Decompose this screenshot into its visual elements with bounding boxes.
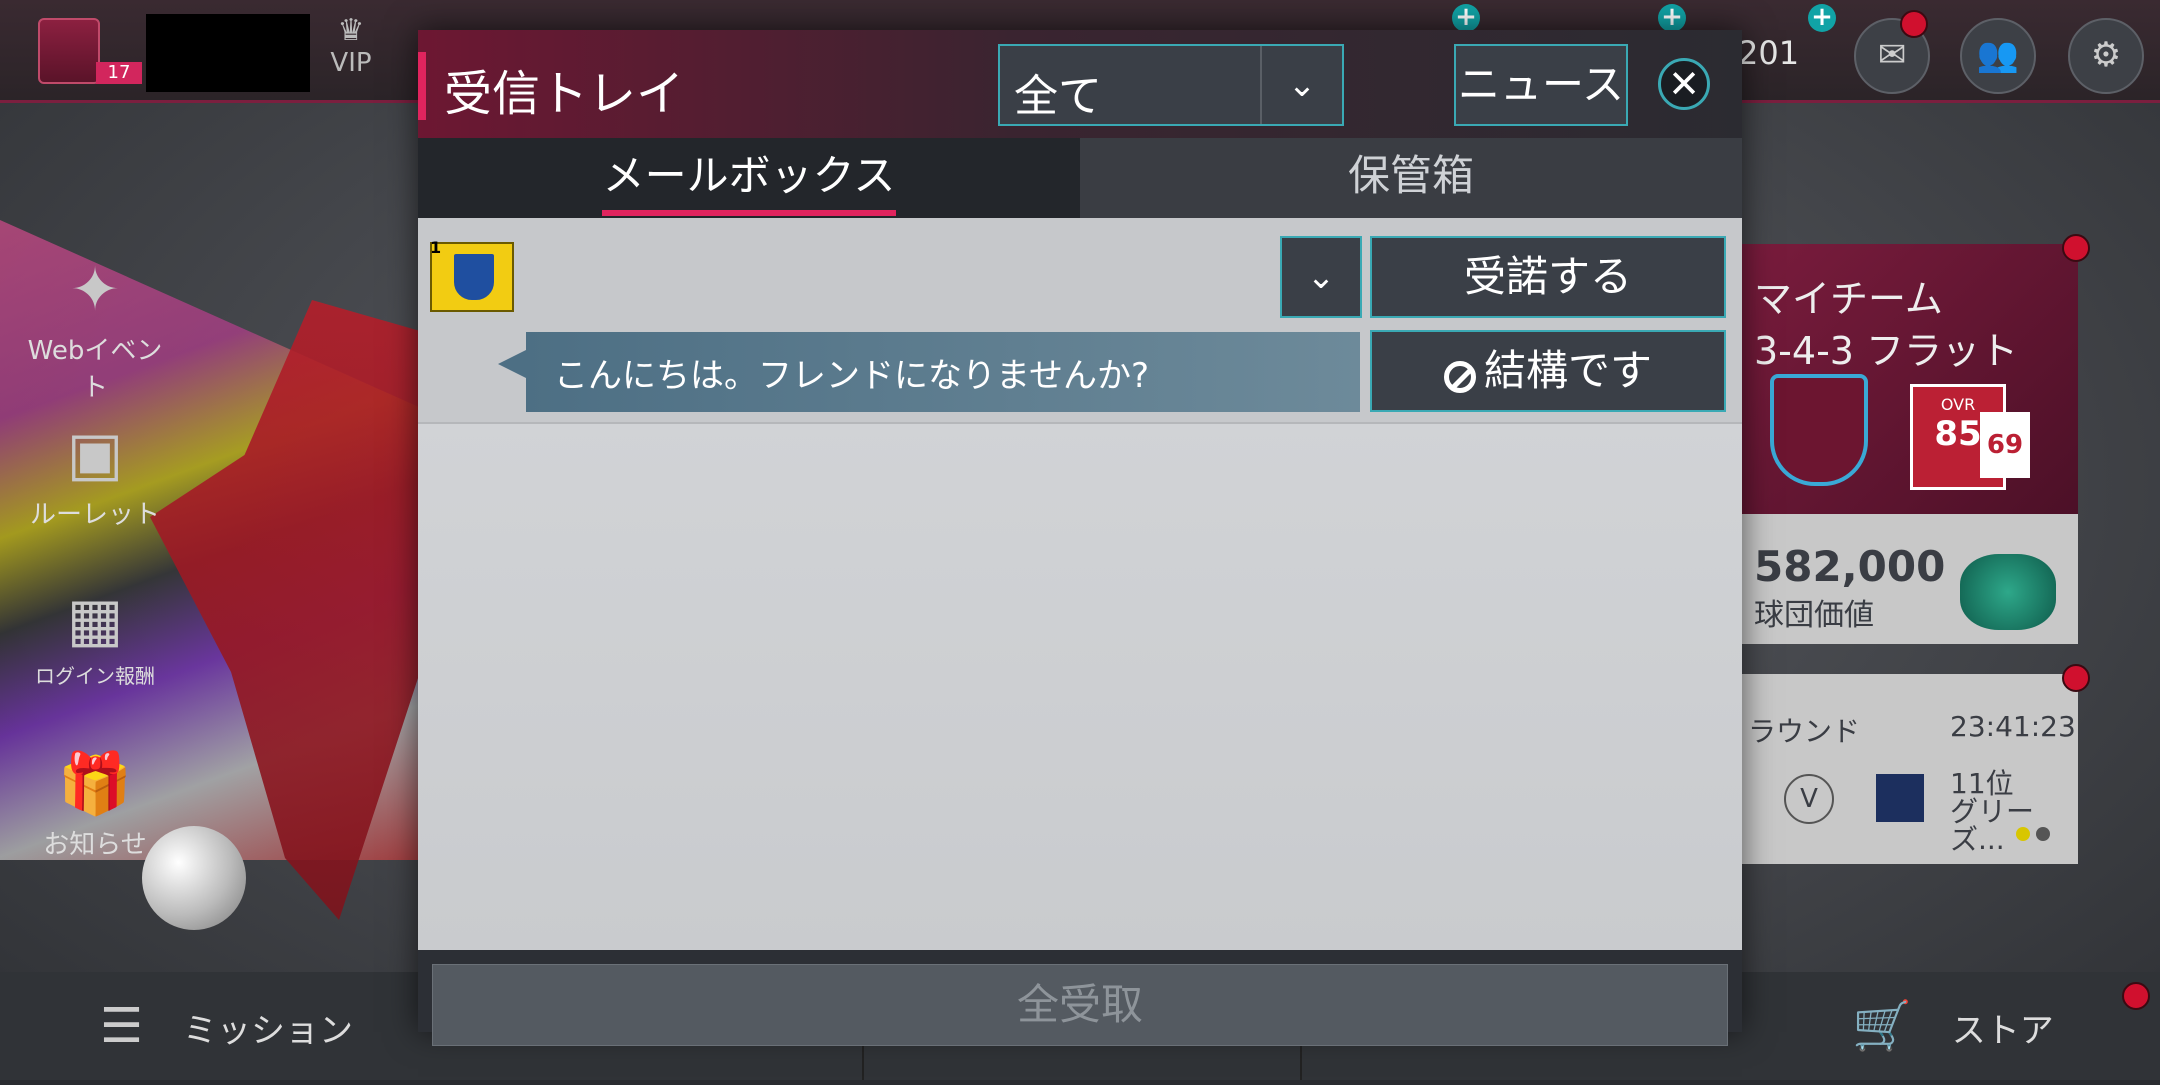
side-item-label: ログイン報酬 bbox=[35, 664, 155, 688]
side-item-roulette[interactable]: ▣ ルーレット bbox=[26, 414, 164, 531]
gift-icon: 🎁 bbox=[57, 749, 133, 819]
page-dot bbox=[2036, 827, 2050, 841]
calendar-icon: ▦ bbox=[66, 585, 124, 655]
decline-button[interactable]: 結構です bbox=[1370, 330, 1726, 412]
mission-button[interactable]: ☰ ミッション bbox=[100, 972, 353, 1080]
accept-button[interactable]: 受諾する bbox=[1370, 236, 1726, 318]
club-badge-icon[interactable] bbox=[38, 18, 100, 84]
tab-label: メールボックス bbox=[602, 151, 896, 200]
coins-icon bbox=[1960, 554, 2056, 630]
active-tab-indicator bbox=[602, 210, 896, 216]
add-currency-3-icon[interactable]: + bbox=[1808, 4, 1836, 32]
expand-message-button[interactable]: ⌄ bbox=[1280, 236, 1362, 318]
side-item-label: Webイベント bbox=[27, 336, 163, 403]
roulette-icon: ▣ bbox=[66, 419, 124, 489]
vip-label: VIP bbox=[330, 48, 372, 78]
redacted-username bbox=[146, 14, 310, 92]
store-label: ストア bbox=[1951, 1011, 2054, 1051]
crown-icon: ♛ bbox=[337, 13, 365, 48]
add-currency-2-icon[interactable]: + bbox=[1658, 4, 1686, 32]
cart-icon: 🛒 bbox=[1852, 998, 1912, 1054]
decline-label: 結構です bbox=[1483, 346, 1652, 395]
message-list: 1 ⌄ 受諾する 結構です こんにちは。フレンドになりませんか? bbox=[418, 218, 1742, 950]
message-bubble: こんにちは。フレンドになりませんか? bbox=[498, 332, 1360, 412]
opponent-info: 11位 グリーズ... bbox=[1950, 770, 2078, 854]
level-badge: 17 bbox=[96, 62, 142, 84]
dialog-footer: 全受取 bbox=[418, 950, 1742, 1046]
avatar-badge: 1 bbox=[430, 238, 442, 257]
close-icon[interactable]: ✕ bbox=[1658, 58, 1710, 110]
vip-button[interactable]: ♛ VIP bbox=[320, 13, 382, 79]
news-button[interactable]: ニュース bbox=[1454, 44, 1628, 126]
list-item: 1 ⌄ 受諾する 結構です こんにちは。フレンドになりませんか? bbox=[418, 218, 1742, 424]
page-dots bbox=[2016, 826, 2056, 845]
ban-icon bbox=[1443, 361, 1476, 393]
round-card[interactable]: ラウンド 23:41:23 V 11位 グリーズ... bbox=[1740, 674, 2078, 864]
formation-label: 3-4-3 フラット bbox=[1754, 329, 2019, 373]
mission-label: ミッション bbox=[183, 1011, 354, 1051]
mail-notification-dot bbox=[1900, 10, 1928, 38]
club-crest-icon bbox=[1770, 374, 1868, 486]
ovr-secondary-value: 69 bbox=[1980, 412, 2030, 478]
chevron-down-icon: ⌄ bbox=[1306, 257, 1336, 297]
team-notification-dot bbox=[2062, 234, 2090, 262]
round-notification-dot bbox=[2062, 664, 2090, 692]
inbox-dialog: 受信トレイ 全て ⌄ ニュース ✕ メールボックス 保管箱 1 ⌄ 受諾する 結… bbox=[418, 30, 1742, 1046]
sender-club-avatar[interactable]: 1 bbox=[430, 238, 514, 312]
tab-label: 保管箱 bbox=[1347, 151, 1474, 200]
currency-value: 201 bbox=[1738, 34, 1800, 72]
round-label: ラウンド bbox=[1748, 715, 1861, 748]
checklist-icon: ☰ bbox=[100, 998, 144, 1054]
tab-storage[interactable]: 保管箱 bbox=[1080, 138, 1742, 218]
tab-mailbox[interactable]: メールボックス bbox=[418, 138, 1080, 218]
dialog-title: 受信トレイ bbox=[444, 66, 685, 122]
store-button[interactable]: 🛒 ストア bbox=[1852, 972, 2054, 1080]
settings-gear-icon[interactable]: ⚙ bbox=[2068, 18, 2144, 94]
versus-icon: V bbox=[1784, 774, 1834, 824]
side-item-web-event[interactable]: ✦ Webイベント bbox=[26, 250, 164, 404]
villarreal-crest-icon bbox=[452, 252, 496, 302]
chevron-down-icon[interactable]: ⌄ bbox=[1260, 46, 1342, 124]
dialog-header: 受信トレイ 全て ⌄ ニュース ✕ bbox=[418, 30, 1742, 138]
side-item-login-reward[interactable]: ▦ ログイン報酬 bbox=[26, 580, 164, 689]
club-value-card[interactable]: 582,000 球団価値 bbox=[1740, 514, 2078, 644]
claim-all-button[interactable]: 全受取 bbox=[432, 964, 1728, 1046]
party-popper-icon: ✦ bbox=[69, 255, 121, 325]
filter-value: 全て bbox=[1014, 71, 1102, 122]
side-item-notice[interactable]: 🎁 お知らせ bbox=[26, 744, 164, 861]
opponent-crest-icon bbox=[1876, 774, 1924, 822]
my-team-title: マイチーム bbox=[1754, 277, 1943, 321]
club-value-label: 球団価値 bbox=[1754, 598, 1874, 633]
store-notification-dot bbox=[2122, 982, 2150, 1010]
title-accent-bar bbox=[418, 52, 426, 120]
friends-icon[interactable]: 👥 bbox=[1960, 18, 2036, 94]
my-team-card[interactable]: マイチーム 3-4-3 フラット OVR 85 69 bbox=[1740, 244, 2078, 514]
side-item-label: ルーレット bbox=[29, 500, 160, 530]
side-item-label: お知らせ bbox=[43, 830, 147, 860]
round-timer: 23:41:23 bbox=[1950, 710, 2076, 743]
filter-dropdown[interactable]: 全て ⌄ bbox=[998, 44, 1344, 126]
message-text: こんにちは。フレンドになりませんか? bbox=[554, 356, 1150, 396]
page-dot-active bbox=[2016, 827, 2030, 841]
club-value: 582,000 bbox=[1754, 542, 1946, 591]
inbox-tabs: メールボックス 保管箱 bbox=[418, 138, 1742, 218]
add-currency-1-icon[interactable]: + bbox=[1452, 4, 1480, 32]
